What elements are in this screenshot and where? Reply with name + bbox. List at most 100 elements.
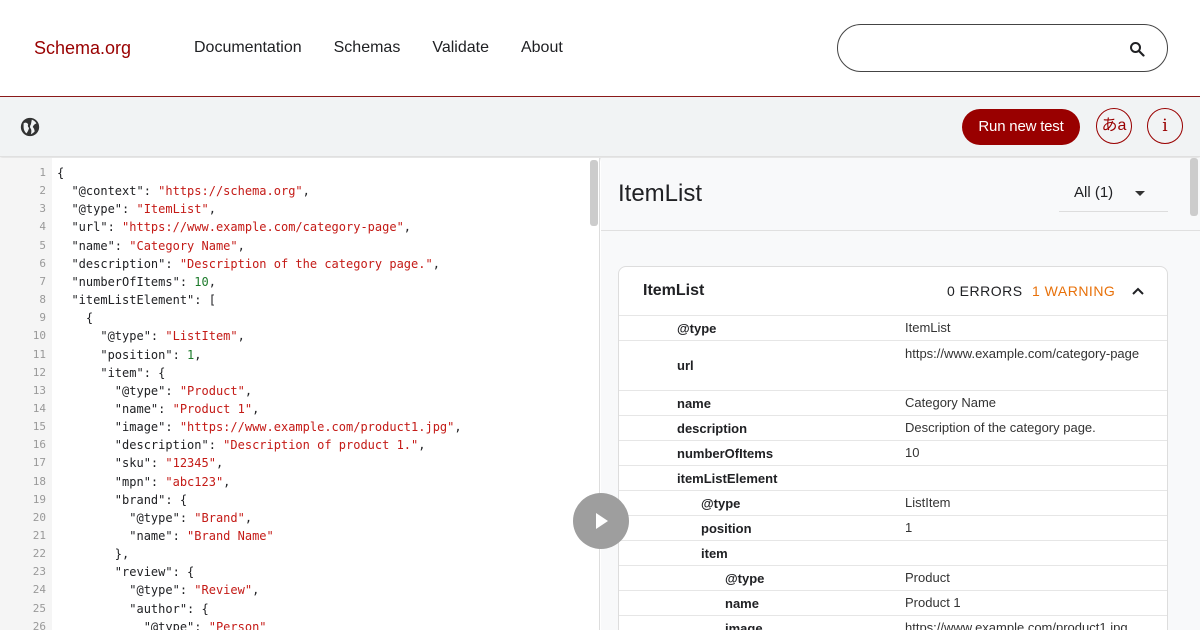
code-string: "Review"	[194, 583, 253, 598]
property-value: https://www.example.com/category-page	[905, 346, 1140, 361]
code-token: "name":	[57, 529, 188, 543]
code-token: "itemListElement": [	[57, 293, 216, 308]
line-number: 11	[32, 347, 46, 361]
code-token: ,	[454, 420, 462, 435]
nav-documentation[interactable]: Documentation	[194, 39, 302, 57]
property-value: Product	[905, 570, 950, 585]
code-token: ,	[223, 474, 231, 489]
property-value: Category Name	[905, 395, 997, 410]
line-number: 2	[39, 184, 46, 198]
code-token: "mpn":	[57, 474, 166, 489]
property-row: position 1	[619, 515, 1167, 540]
dropdown-caret-icon	[1135, 191, 1145, 196]
search-box[interactable]	[837, 24, 1168, 72]
errors-count: 0 ERRORS	[947, 283, 1023, 299]
code-token: ,	[432, 256, 440, 271]
info-icon: i	[1162, 116, 1168, 136]
code-token: "sku":	[57, 456, 166, 471]
code-string: "https://www.example.com/product1.jpg"	[179, 420, 455, 435]
nav-schemas[interactable]: Schemas	[334, 39, 401, 57]
property-row: numberOfItems 10	[619, 440, 1167, 465]
line-number: 21	[32, 529, 46, 542]
code-token: ,	[194, 347, 202, 362]
code-string: "abc123"	[165, 474, 224, 489]
divider	[601, 230, 1200, 231]
result-card-header[interactable]: ItemList 0 ERRORS 1 WARNING	[619, 267, 1167, 315]
code-text: "sku": "12345",	[57, 454, 223, 472]
code-token: ,	[252, 401, 260, 416]
chevron-up-icon[interactable]	[1131, 284, 1145, 298]
code-text: "mpn": "abc123",	[57, 473, 231, 491]
property-value: 1	[905, 520, 913, 535]
globe-icon[interactable]	[19, 116, 41, 138]
code-token: "review": {	[57, 565, 195, 580]
line-number: 22	[32, 547, 46, 561]
code-token: "@type":	[57, 329, 166, 344]
property-row: @type Product	[619, 565, 1167, 590]
line-number: 12	[32, 365, 46, 379]
property-value: ItemList	[905, 320, 951, 335]
results-filter-select[interactable]: All (1)	[1059, 176, 1168, 212]
code-token: "@type":	[57, 583, 195, 598]
code-text: "@type": "ItemList",	[57, 200, 216, 218]
code-token: "@type":	[57, 619, 209, 630]
nav-about[interactable]: About	[521, 39, 563, 57]
line-number: 18	[32, 474, 46, 488]
property-key: itemListElement	[677, 470, 778, 486]
info-button[interactable]: i	[1147, 108, 1183, 144]
line-number: 14	[32, 401, 46, 415]
code-token: "@context":	[57, 184, 159, 199]
result-card-title: ItemList	[643, 282, 705, 299]
line-number: 9	[39, 311, 46, 325]
code-text: "@type": "ListItem",	[57, 327, 245, 345]
line-number: 4	[39, 220, 46, 234]
code-token: ,	[403, 220, 412, 235]
code-editor[interactable]: 1 {2 "@context": "https://schema.org", 3 "…	[0, 158, 600, 630]
property-key: @type	[725, 570, 765, 586]
code-string: "https://schema.org"	[158, 184, 303, 199]
results-scrollbar[interactable]	[1190, 158, 1198, 216]
code-text: "description": "Description of the categ…	[57, 255, 440, 273]
code-token: "image":	[57, 420, 180, 435]
search-input[interactable]	[856, 37, 1126, 59]
site-logo[interactable]: Schema.org	[34, 38, 131, 59]
editor-scrollbar[interactable]	[590, 160, 598, 226]
nav-validate[interactable]: Validate	[432, 39, 489, 57]
code-text: "name": "Category Name",	[57, 237, 244, 255]
code-text: {	[57, 309, 93, 327]
line-number: 23	[32, 565, 46, 579]
code-token: "position":	[57, 347, 188, 362]
property-row: image https://www.example.com/product1.jp…	[619, 615, 1167, 630]
property-row: item	[619, 540, 1167, 565]
code-token: {	[57, 166, 65, 180]
toolbar: Run new test あa i	[0, 97, 1200, 157]
play-button[interactable]	[573, 493, 629, 549]
code-string: "ItemList"	[136, 202, 209, 217]
line-number: 19	[32, 492, 46, 506]
code-text: "@type": "Product",	[57, 382, 252, 400]
code-text: "name": "Product 1",	[57, 400, 260, 418]
line-number: 25	[32, 601, 46, 615]
site-header: Schema.org Documentation Schemas Validat…	[0, 0, 1200, 97]
property-value: Description of the category page.	[905, 420, 1096, 435]
language-button[interactable]: あa	[1096, 108, 1132, 144]
code-text: "image": "https://www.example.com/produc…	[57, 418, 462, 436]
line-number: 17	[32, 456, 46, 470]
line-number: 10	[32, 329, 46, 343]
code-string: "ListItem"	[165, 329, 238, 344]
property-value: https://www.example.com/product1.jpg	[905, 620, 1128, 630]
run-new-test-button[interactable]: Run new test	[962, 109, 1080, 145]
code-token: "@type":	[57, 383, 180, 398]
search-icon[interactable]	[1129, 41, 1145, 57]
property-value: Product 1	[905, 595, 961, 610]
property-key: position	[701, 520, 752, 536]
property-key: numberOfItems	[677, 445, 774, 461]
code-token: ,	[208, 202, 216, 217]
code-token: "name":	[57, 238, 130, 253]
property-key: item	[701, 545, 728, 561]
code-token: "description":	[57, 438, 224, 453]
code-token: "name":	[57, 401, 173, 416]
line-number: 5	[39, 238, 46, 252]
code-string: "Category Name"	[129, 238, 238, 253]
code-text: "numberOfItems": 10,	[57, 273, 216, 291]
